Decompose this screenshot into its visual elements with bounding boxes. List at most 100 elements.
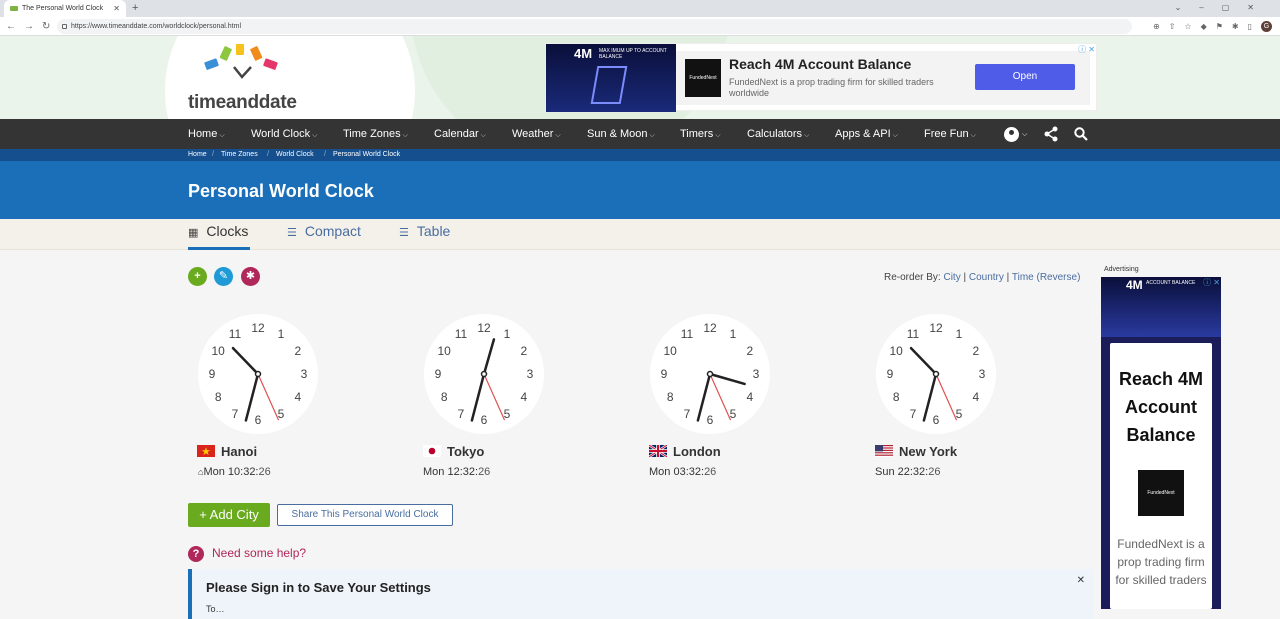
- city-name[interactable]: Hanoi: [197, 444, 257, 459]
- search-icon[interactable]: [1074, 127, 1088, 141]
- nav-home[interactable]: Home ⌵: [188, 119, 225, 151]
- add-icon-button[interactable]: +: [188, 267, 207, 286]
- flag-uk-icon: [649, 445, 667, 457]
- side-ad-description: FundedNext is a prop trading firm for sk…: [1115, 537, 1207, 587]
- tab-title: The Personal World Clock: [22, 5, 104, 12]
- url-field[interactable]: https://www.timeanddate.com/worldclock/p…: [57, 19, 1132, 34]
- side-ad[interactable]: 4M ACCOUNT BALANCE ⓘ ✕ Reach 4M Account …: [1101, 277, 1221, 609]
- tab-clocks[interactable]: ▦ Clocks: [188, 219, 250, 250]
- new-tab-icon[interactable]: +: [132, 0, 138, 16]
- close-tab-icon[interactable]: ✕: [113, 0, 120, 17]
- adchoices-icon[interactable]: ⓘ ✕: [1203, 278, 1220, 287]
- nav-calendar[interactable]: Calendar ⌵: [434, 119, 486, 151]
- clock-numeral: 6: [707, 413, 714, 427]
- share-icon[interactable]: [1043, 126, 1059, 142]
- clock-numeral: 9: [209, 367, 216, 381]
- profile-avatar[interactable]: G: [1261, 21, 1272, 33]
- ad-image-big-text: 4M: [574, 46, 593, 61]
- clock-face: 1234567891011 12: [198, 314, 318, 434]
- city-name[interactable]: London: [649, 444, 721, 459]
- clock-numeral: 11: [455, 327, 468, 341]
- nav-weather[interactable]: Weather ⌵: [512, 119, 561, 151]
- clock-numeral: 7: [232, 407, 239, 421]
- clock-numeral: 3: [979, 367, 986, 381]
- clock-numeral: 2: [972, 344, 979, 358]
- tab-table[interactable]: ☰ Table: [399, 219, 450, 250]
- clock-face: 1234567891011 12: [876, 314, 996, 434]
- signin-title: Please Sign in to Save Your Settings: [206, 580, 431, 595]
- main-nav: Home ⌵ World Clock ⌵ Time Zones ⌵ Calendar ⌵…: [0, 119, 1280, 149]
- extension-icons[interactable]: ⊕⇧☆◆⚑✱▯ G: [1153, 17, 1272, 36]
- clock-numeral: 7: [910, 407, 917, 421]
- ad-title[interactable]: Reach 4M Account Balance: [729, 56, 911, 72]
- clock-numeral: 1: [278, 327, 285, 341]
- reorder-reverse-link[interactable]: (Reverse): [1037, 272, 1081, 283]
- top-ad-banner[interactable]: 4M MAX IMUM UP TO ACCOUNT BALANCE Funded…: [545, 43, 1097, 112]
- reorder-country-link[interactable]: Country: [969, 272, 1004, 283]
- clock-numeral: 9: [435, 367, 442, 381]
- clock-numeral: 11: [907, 327, 920, 341]
- settings-icon-button[interactable]: ✱: [241, 267, 260, 286]
- analog-clock: 1 2 3 4 5 6 7 8 9 10 11 12: [196, 312, 320, 436]
- nav-timers[interactable]: Timers ⌵: [680, 119, 721, 151]
- side-ad-card[interactable]: Reach 4M Account Balance FundedNext Fund…: [1110, 343, 1212, 609]
- clock-numeral: 10: [889, 344, 903, 358]
- city-name[interactable]: Tokyo: [423, 444, 484, 459]
- clock-numeral: 9: [661, 367, 668, 381]
- analog-clock: 1 2 3 4 5 6 7 8 9 10 11 12: [874, 312, 998, 436]
- clock-numeral: 12: [477, 321, 491, 335]
- clock-numeral: 1: [504, 327, 511, 341]
- nav-apps-api[interactable]: Apps & API ⌵: [835, 119, 898, 151]
- ad-open-button[interactable]: Open: [975, 64, 1075, 90]
- clock-numeral: 1: [730, 327, 737, 341]
- clock-numeral: 11: [681, 327, 694, 341]
- clock-numeral: 10: [437, 344, 451, 358]
- breadcrumb-world-clock[interactable]: World Clock: [276, 149, 314, 161]
- view-tabs: ▦ Clocks ☰ Compact ☰ Table: [0, 219, 1280, 250]
- browser-tab[interactable]: The Personal World Clock ✕: [4, 0, 126, 17]
- site-logo[interactable]: timeanddate: [188, 92, 297, 114]
- breadcrumb-time-zones[interactable]: Time Zones: [221, 149, 258, 161]
- nav-free-fun[interactable]: Free Fun ⌵: [924, 119, 976, 151]
- logo-rays-icon[interactable]: [200, 44, 295, 84]
- breadcrumb-current: Personal World Clock: [333, 151, 401, 158]
- nav-calculators[interactable]: Calculators ⌵: [747, 119, 809, 151]
- account-icon[interactable]: [1004, 127, 1019, 142]
- window-controls[interactable]: ⌄–▢✕: [1175, 0, 1272, 16]
- analog-clock: 1 2 3 4 5 6 7 8 9 10 11 12: [648, 312, 772, 436]
- list-icon: ☰: [287, 227, 297, 239]
- reorder-time-link[interactable]: Time: [1012, 272, 1034, 283]
- ad-figure-icon: [590, 66, 628, 104]
- nav-buttons[interactable]: ←→↻: [6, 17, 58, 36]
- clock-numeral: 4: [294, 390, 301, 404]
- account-chevron-down-icon[interactable]: ⌵: [1022, 126, 1027, 144]
- city-time: Mon 03:32:26: [649, 466, 717, 478]
- ad-image[interactable]: 4M MAX IMUM UP TO ACCOUNT BALANCE: [546, 44, 676, 112]
- clock-numeral: 8: [893, 390, 900, 404]
- ad-card[interactable]: FundedNext Reach 4M Account Balance Fund…: [676, 51, 1090, 105]
- add-city-button[interactable]: + Add City: [188, 503, 270, 527]
- tab-compact[interactable]: ☰ Compact: [287, 219, 361, 250]
- clock-center-pin: [706, 370, 714, 378]
- adchoices-icon[interactable]: ⓘ ✕: [1078, 45, 1095, 54]
- breadcrumb-home[interactable]: Home: [188, 149, 207, 161]
- clock-face: 1234567891011 12: [424, 314, 544, 434]
- city-name[interactable]: New York: [875, 444, 957, 459]
- edit-icon-button[interactable]: ✎: [214, 267, 233, 286]
- clock-face: 1234567891011 12: [650, 314, 770, 434]
- ad-image-small-text: MAX IMUM UP TO ACCOUNT BALANCE: [599, 48, 667, 60]
- city-time: Sun 22:32:26: [875, 466, 941, 478]
- url-text: https://www.timeanddate.com/worldclock/p…: [71, 23, 242, 30]
- nav-sun-moon[interactable]: Sun & Moon ⌵: [587, 119, 655, 151]
- close-icon[interactable]: ✕: [1077, 575, 1085, 586]
- nav-world-clock[interactable]: World Clock ⌵: [251, 119, 317, 151]
- clock-numeral: 5: [730, 407, 737, 421]
- reorder-controls: Re-order By: City | Country | Time (Reve…: [884, 272, 1081, 283]
- nav-time-zones[interactable]: Time Zones ⌵: [343, 119, 408, 151]
- ad-logo: FundedNext: [685, 59, 721, 97]
- address-bar-row: ←→↻ https://www.timeanddate.com/worldclo…: [0, 17, 1280, 36]
- help-link[interactable]: ? Need some help?: [188, 546, 306, 562]
- reorder-city-link[interactable]: City: [943, 272, 960, 283]
- clock-numeral: 7: [458, 407, 465, 421]
- share-clock-button[interactable]: Share This Personal World Clock: [277, 504, 453, 526]
